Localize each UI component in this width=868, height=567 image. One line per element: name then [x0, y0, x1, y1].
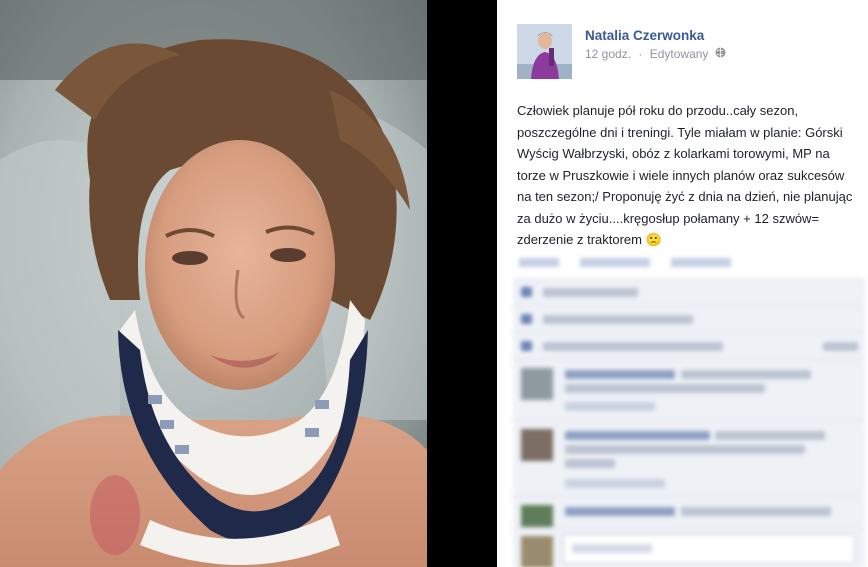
likes-row[interactable] — [513, 278, 865, 305]
meta-separator: · — [638, 46, 643, 61]
view-more-comments-row[interactable] — [513, 332, 865, 359]
comment-action[interactable] — [580, 258, 651, 267]
post-photo[interactable] — [0, 0, 427, 567]
comment-icon — [521, 341, 532, 351]
comment-item — [513, 420, 865, 496]
globe-icon — [715, 47, 726, 61]
post-meta: 12 godz. · Edytowany — [585, 46, 726, 61]
shares-row[interactable] — [513, 305, 865, 332]
selfie-photo — [0, 0, 427, 567]
photo-letterbox — [427, 0, 497, 567]
author-avatar[interactable] — [517, 24, 572, 79]
post-timestamp[interactable]: 12 godz. — [585, 47, 631, 61]
post-actions — [519, 258, 749, 270]
post-sidebar: Natalia Czerwonka 12 godz. · Edytowany C… — [497, 0, 868, 567]
current-user-avatar — [521, 536, 553, 567]
post-message-text: Człowiek planuje pół roku do przodu..cał… — [517, 103, 853, 247]
share-icon — [521, 314, 532, 324]
comment-input[interactable] — [563, 534, 855, 564]
commenter-avatar[interactable] — [521, 429, 553, 461]
post-header: Natalia Czerwonka 12 godz. · Edytowany — [517, 24, 857, 84]
edited-label[interactable]: Edytowany — [650, 47, 709, 61]
thumbs-up-icon — [521, 287, 532, 297]
comment-item — [513, 496, 865, 527]
commenter-avatar[interactable] — [521, 505, 553, 527]
share-action[interactable] — [671, 258, 732, 267]
like-action[interactable] — [519, 258, 559, 267]
blurred-comment-area — [497, 245, 868, 567]
post-message: Człowiek planuje pół roku do przodu..cał… — [517, 100, 857, 251]
write-comment-row — [513, 527, 865, 567]
comment-item — [513, 359, 865, 420]
commenter-avatar[interactable] — [521, 368, 553, 400]
author-name-link[interactable]: Natalia Czerwonka — [585, 28, 704, 43]
